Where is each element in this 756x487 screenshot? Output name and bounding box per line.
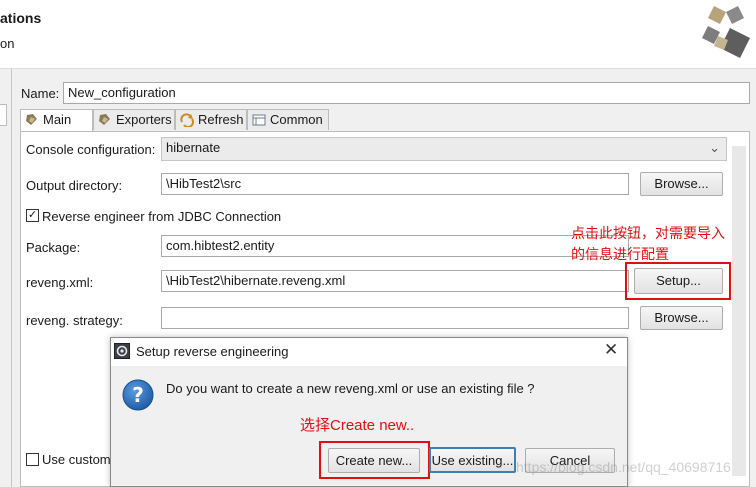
tab-main[interactable]: Main bbox=[20, 109, 93, 132]
left-panel-field[interactable] bbox=[0, 104, 7, 126]
exporters-tab-icon bbox=[98, 113, 112, 127]
question-icon: ? bbox=[122, 379, 154, 411]
console-config-select[interactable]: hibernate ⌄ bbox=[161, 137, 727, 161]
main-tab-icon bbox=[25, 113, 39, 127]
close-icon[interactable]: ✕ bbox=[604, 341, 618, 358]
tab-main-label: Main bbox=[43, 112, 72, 127]
setup-highlight-box bbox=[625, 262, 731, 300]
wizard-title: ations bbox=[0, 10, 42, 26]
reverse-engineer-checkbox[interactable]: ✓ bbox=[26, 209, 39, 222]
wizard-subtitle: on bbox=[0, 36, 15, 51]
tab-common[interactable]: Common bbox=[247, 109, 329, 130]
setup-annotation-line1: 点击此按钮，对需要导入 bbox=[571, 225, 725, 241]
reverse-engineer-label: Reverse engineer from JDBC Connection bbox=[42, 209, 282, 224]
output-dir-label: Output directory: bbox=[26, 178, 123, 193]
name-input[interactable]: New_configuration bbox=[63, 82, 750, 104]
dialog-message: Do you want to create a new reveng.xml o… bbox=[166, 381, 535, 396]
dialog-app-icon bbox=[114, 343, 130, 359]
output-dir-input[interactable]: \HibTest2\src bbox=[161, 173, 629, 195]
name-label: Name: bbox=[21, 86, 60, 101]
hibernate-logo-icon bbox=[700, 4, 752, 60]
left-panel bbox=[0, 69, 12, 487]
create-annotation: 选择Create new.. bbox=[300, 417, 415, 434]
tab-exporters-label: Exporters bbox=[116, 112, 172, 127]
svg-text:?: ? bbox=[132, 383, 144, 407]
output-browse-button[interactable]: Browse... bbox=[640, 172, 723, 196]
refresh-tab-icon bbox=[180, 113, 194, 128]
wizard-header bbox=[0, 0, 756, 69]
tab-refresh[interactable]: Refresh bbox=[175, 109, 247, 130]
create-highlight-box bbox=[319, 441, 430, 479]
use-custom-label: Use custom bbox=[42, 452, 111, 467]
tab-common-label: Common bbox=[270, 112, 323, 127]
vertical-scrollbar[interactable] bbox=[732, 146, 746, 476]
strategy-browse-button[interactable]: Browse... bbox=[640, 306, 723, 330]
dialog-title: Setup reverse engineering bbox=[136, 344, 289, 359]
use-custom-checkbox[interactable] bbox=[26, 453, 39, 466]
reveng-strategy-input[interactable] bbox=[161, 307, 629, 329]
package-label: Package: bbox=[26, 240, 81, 255]
reveng-strategy-label: reveng. strategy: bbox=[26, 313, 123, 328]
chevron-down-icon: ⌄ bbox=[709, 140, 720, 155]
tab-refresh-label: Refresh bbox=[198, 112, 244, 127]
console-config-label: Console configuration: bbox=[26, 142, 156, 157]
console-config-value: hibernate bbox=[166, 140, 221, 155]
common-tab-icon bbox=[252, 113, 266, 127]
reveng-xml-label: reveng.xml: bbox=[26, 275, 94, 290]
use-existing-button[interactable]: Use existing... bbox=[429, 447, 516, 473]
tab-exporters[interactable]: Exporters bbox=[93, 109, 175, 130]
setup-annotation-line2: 的信息进行配置 bbox=[571, 246, 669, 262]
package-input[interactable]: com.hibtest2.entity bbox=[161, 235, 629, 257]
watermark: https://blog.csdn.net/qq_40698716 bbox=[516, 459, 731, 475]
reveng-xml-input[interactable]: \HibTest2\hibernate.reveng.xml bbox=[161, 270, 629, 292]
